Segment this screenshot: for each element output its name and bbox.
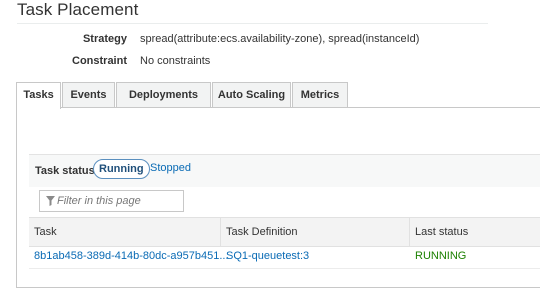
title-divider bbox=[17, 23, 488, 24]
filter-placeholder: Filter in this page bbox=[57, 195, 141, 207]
table-header: Task Task Definition Last status bbox=[29, 217, 540, 247]
tab-events[interactable]: Events bbox=[62, 82, 115, 107]
filter-icon bbox=[46, 196, 55, 206]
strategy-value: spread(attribute:ecs.availability-zone),… bbox=[140, 33, 420, 45]
strategy-label: Strategy bbox=[82, 33, 127, 45]
constraint-label: Constraint bbox=[72, 55, 127, 67]
status-filter-running[interactable]: Running bbox=[93, 159, 150, 179]
column-divider bbox=[220, 218, 221, 246]
section-title: Task Placement bbox=[17, 0, 139, 19]
tab-auto-scaling[interactable]: Auto Scaling bbox=[212, 82, 291, 107]
task-status-label: Task status: bbox=[35, 165, 99, 177]
tab-metrics[interactable]: Metrics bbox=[292, 82, 348, 107]
tab-bar: Tasks Events Deployments Auto Scaling Me… bbox=[16, 82, 540, 109]
table-row: 8b1ab458-389d-414b-80dc-a957b451... SQ1-… bbox=[29, 246, 540, 269]
task-status-bar: Task status: Running Stopped bbox=[29, 154, 540, 187]
tab-deployments[interactable]: Deployments bbox=[116, 82, 211, 107]
last-status-value: RUNNING bbox=[415, 250, 467, 262]
task-id-link[interactable]: 8b1ab458-389d-414b-80dc-a957b451... bbox=[34, 250, 229, 262]
filter-input[interactable]: Filter in this page bbox=[39, 190, 184, 212]
column-divider bbox=[409, 218, 410, 246]
tab-tasks[interactable]: Tasks bbox=[16, 82, 61, 109]
constraint-value: No constraints bbox=[140, 55, 211, 67]
column-header-last-status[interactable]: Last status bbox=[415, 226, 468, 238]
status-filter-stopped[interactable]: Stopped bbox=[145, 159, 196, 179]
column-header-task-definition[interactable]: Task Definition bbox=[226, 226, 298, 238]
task-definition-link[interactable]: SQ1-queuetest:3 bbox=[226, 250, 309, 262]
column-header-task[interactable]: Task bbox=[34, 226, 57, 238]
